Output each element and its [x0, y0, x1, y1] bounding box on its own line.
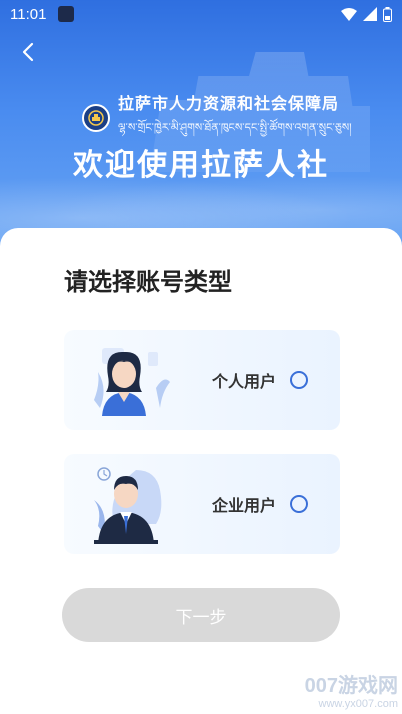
status-time: 11:01	[10, 5, 47, 23]
page-title: 请选择账号类型	[64, 268, 232, 296]
enterprise-user-illustration	[64, 454, 174, 554]
signal-icon	[363, 7, 377, 21]
option-personal-user[interactable]: 个人用户	[64, 330, 340, 430]
battery-icon	[383, 6, 392, 22]
org-header: 拉萨市人力资源和社会保障局 ལྷ་ས་གྲོང་ཁྱེར་མི་ཤུགས་ཐོན…	[82, 90, 352, 146]
watermark-brand: 007游戏网	[304, 675, 398, 697]
org-name-cn: 拉萨市人力资源和社会保障局	[118, 94, 340, 113]
enterprise-user-label: 企业用户	[212, 496, 277, 515]
personal-user-radio[interactable]	[290, 371, 309, 389]
app-notification-icon	[58, 6, 75, 22]
emblem-icon	[82, 104, 110, 132]
back-chevron-icon	[22, 42, 34, 62]
welcome-title: 欢迎使用拉萨人社	[73, 148, 329, 183]
status-bar: 11:01	[0, 0, 402, 28]
status-icons	[341, 6, 392, 22]
watermark: 007游戏网 www.yx007.com	[305, 669, 398, 710]
wifi-icon	[341, 7, 357, 21]
back-button[interactable]	[16, 40, 40, 64]
enterprise-user-radio[interactable]	[290, 495, 309, 513]
watermark-url: www.yx007.com	[318, 698, 398, 710]
next-step-button[interactable]: 下一步	[62, 588, 340, 642]
personal-user-label: 个人用户	[212, 372, 277, 391]
personal-user-illustration	[64, 330, 174, 430]
option-enterprise-user[interactable]: 企业用户	[64, 454, 340, 554]
